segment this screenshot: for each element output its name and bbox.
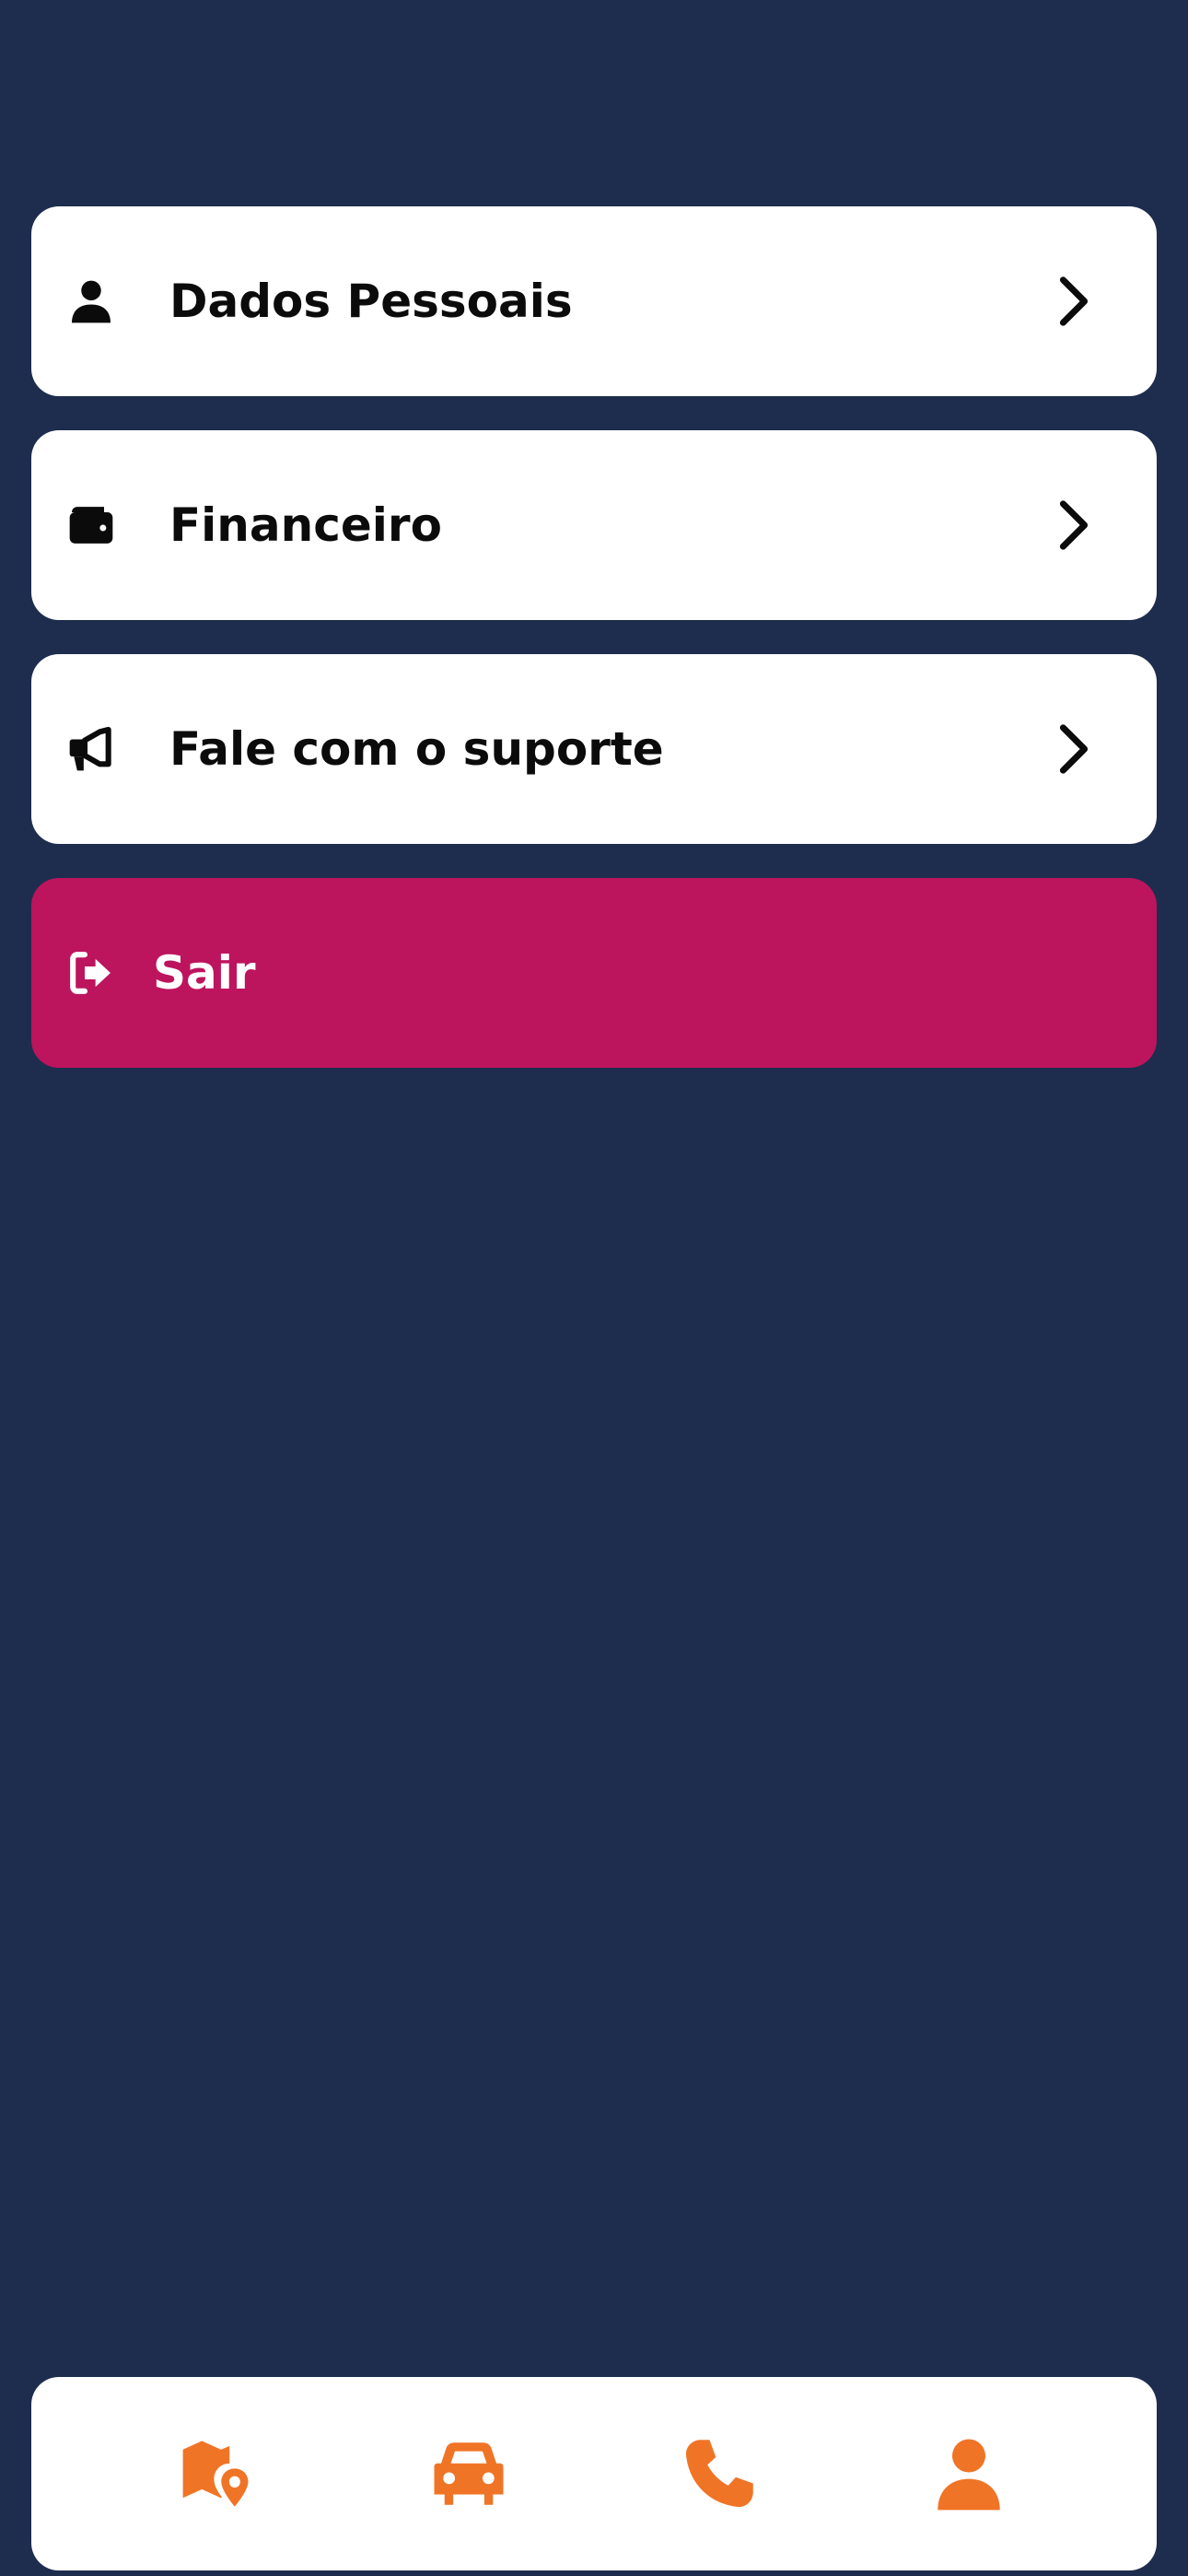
user-icon <box>63 273 120 330</box>
nav-profile-button[interactable] <box>914 2418 1024 2529</box>
profile-menu: Dados Pessoais Financeiro Fale com o sup… <box>31 206 1157 1102</box>
nav-phone-button[interactable] <box>664 2418 775 2529</box>
user-icon <box>927 2432 1010 2515</box>
map-location-icon <box>178 2432 261 2515</box>
chevron-right-icon <box>1054 721 1094 777</box>
chevron-right-icon <box>1054 498 1094 553</box>
logout-label: Sair <box>153 946 256 1000</box>
phone-icon <box>678 2432 761 2515</box>
wallet-icon <box>63 497 120 554</box>
menu-item-label: Financeiro <box>169 498 442 552</box>
menu-item-label: Fale com o suporte <box>169 722 664 776</box>
megaphone-icon <box>63 720 120 778</box>
bottom-navigation <box>31 2377 1157 2570</box>
nav-car-button[interactable] <box>413 2418 524 2529</box>
menu-item-label: Dados Pessoais <box>169 275 573 328</box>
nav-map-button[interactable] <box>164 2418 274 2529</box>
logout-icon <box>63 944 120 1001</box>
chevron-right-icon <box>1054 274 1094 329</box>
car-icon <box>427 2432 510 2515</box>
menu-item-suporte[interactable]: Fale com o suporte <box>31 654 1157 844</box>
menu-item-dados-pessoais[interactable]: Dados Pessoais <box>31 206 1157 396</box>
logout-button[interactable]: Sair <box>31 878 1157 1068</box>
menu-item-financeiro[interactable]: Financeiro <box>31 430 1157 620</box>
